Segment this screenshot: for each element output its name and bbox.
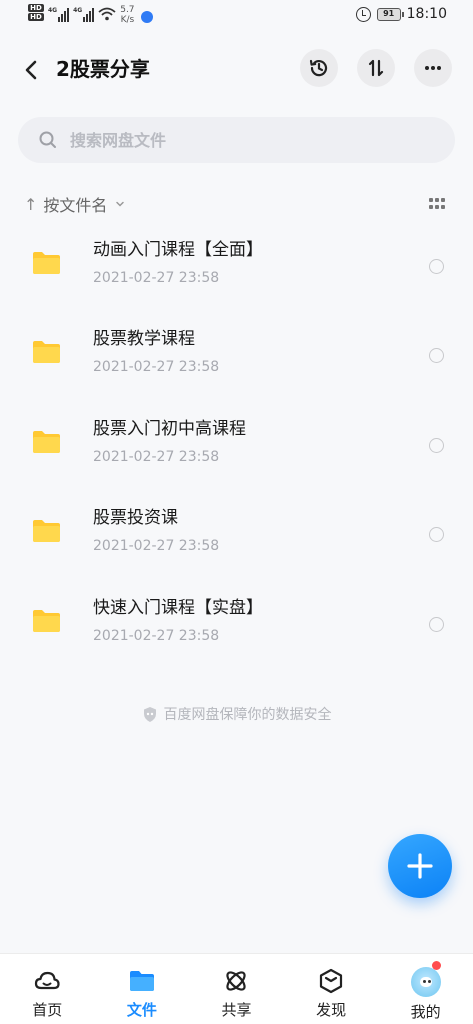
discover-icon: [319, 968, 343, 994]
hd-label-1: HD: [28, 4, 44, 12]
file-name: 动画入门课程【全面】: [93, 240, 263, 260]
page-title: 2股票分享: [56, 57, 150, 81]
plus-icon: [407, 853, 433, 879]
search-input[interactable]: [70, 130, 400, 150]
folder-icon: [33, 430, 60, 453]
hd-indicator: HD HD: [28, 4, 44, 21]
folder-icon: [33, 341, 60, 364]
search-icon: [39, 131, 56, 148]
network-speed: 5.7 K/s: [120, 5, 134, 25]
folder-icon: [33, 609, 60, 632]
file-date: 2021-02-27 23:58: [93, 270, 220, 286]
speed-value: 5.7: [120, 5, 135, 15]
file-name: 快速入门课程【实盘】: [93, 597, 263, 618]
tab-home-label: 首页: [32, 1001, 63, 1019]
battery-icon: 91: [376, 7, 404, 21]
history-button[interactable]: [300, 49, 338, 87]
tab-profile-label: 我的: [410, 1003, 441, 1021]
network-type-label: 4G: [48, 7, 58, 14]
select-checkbox[interactable]: [429, 616, 444, 632]
tab-home[interactable]: 首页: [0, 954, 95, 1024]
wifi-icon: [98, 7, 116, 21]
history-icon: [309, 59, 328, 77]
folder-icon: [33, 252, 60, 274]
network-type-label-2: 4G: [73, 7, 83, 14]
top-bar: 2股票分享: [0, 44, 473, 96]
file-name: 股票教学课程: [93, 329, 195, 350]
tab-files-label: 文件: [126, 1001, 157, 1019]
sort-selector[interactable]: ↑ 按文件名: [24, 190, 449, 218]
tab-share-label: 共享: [221, 1001, 252, 1019]
file-row[interactable]: 快速入门课程【实盘】 2021-02-27 23:58: [0, 580, 473, 669]
signal-icon: 4G: [48, 4, 70, 22]
status-left: HD HD 4G 4G 5.7 K/s: [28, 4, 153, 25]
tab-discover[interactable]: 发现: [284, 954, 379, 1024]
search-bar[interactable]: [18, 117, 455, 163]
tab-files[interactable]: 文件: [95, 954, 190, 1024]
status-bar: HD HD 4G 4G 5.7 K/s 91 18:10: [0, 0, 473, 34]
bottom-navigation: 首页 文件 共享 发现 我的: [0, 953, 473, 1024]
file-name: 股票入门初中高课程: [93, 418, 246, 439]
tab-share[interactable]: 共享: [189, 954, 284, 1024]
more-button[interactable]: [414, 49, 452, 87]
tab-profile[interactable]: 我的: [378, 954, 473, 1024]
cloud-icon: [35, 971, 60, 990]
back-button[interactable]: [18, 56, 46, 84]
sort-direction-icon: ↑: [24, 194, 38, 214]
hd-label-2: HD: [28, 13, 44, 21]
share-icon: [226, 971, 247, 991]
sort-label: 按文件名: [43, 196, 108, 215]
select-checkbox[interactable]: [429, 527, 444, 543]
shield-icon: [143, 706, 156, 722]
chevron-down-icon: [116, 201, 125, 207]
select-checkbox[interactable]: [429, 259, 444, 274]
sort-arrows-icon: [368, 59, 384, 77]
file-list: 动画入门课程【全面】 2021-02-27 23:58 股票教学课程 2021-…: [0, 222, 473, 669]
file-date: 2021-02-27 23:58: [93, 627, 220, 644]
tab-discover-label: 发现: [316, 1001, 347, 1019]
folder-icon: [129, 971, 154, 991]
status-right: 91 18:10: [355, 6, 447, 22]
more-dots-icon: [425, 66, 441, 70]
select-checkbox[interactable]: [429, 348, 444, 364]
file-name: 股票投资课: [93, 508, 178, 529]
alarm-icon: [355, 6, 371, 22]
file-date: 2021-02-27 23:58: [93, 359, 220, 376]
select-checkbox[interactable]: [429, 437, 444, 453]
add-button[interactable]: [388, 834, 452, 898]
security-note: 百度网盘保障你的数据安全: [0, 704, 473, 724]
notification-dot: [432, 961, 442, 970]
clock: 18:10: [406, 6, 447, 22]
grid-view-icon[interactable]: [429, 198, 445, 210]
file-row[interactable]: 股票入门初中高课程 2021-02-27 23:58: [0, 401, 473, 490]
sort-order-button[interactable]: [357, 49, 395, 87]
folder-icon: [33, 520, 60, 543]
file-row[interactable]: 股票教学课程 2021-02-27 23:58: [0, 311, 473, 400]
avatar: [410, 967, 441, 997]
file-row[interactable]: 动画入门课程【全面】 2021-02-27 23:58: [0, 222, 473, 311]
speed-unit: K/s: [120, 15, 135, 25]
file-date: 2021-02-27 23:58: [93, 448, 220, 465]
file-row[interactable]: 股票投资课 2021-02-27 23:58: [0, 490, 473, 579]
file-date: 2021-02-27 23:58: [93, 538, 220, 555]
signal-icon-2: 4G: [73, 4, 95, 22]
app-notification-icon: [140, 11, 153, 23]
security-note-text: 百度网盘保障你的数据安全: [163, 707, 332, 723]
